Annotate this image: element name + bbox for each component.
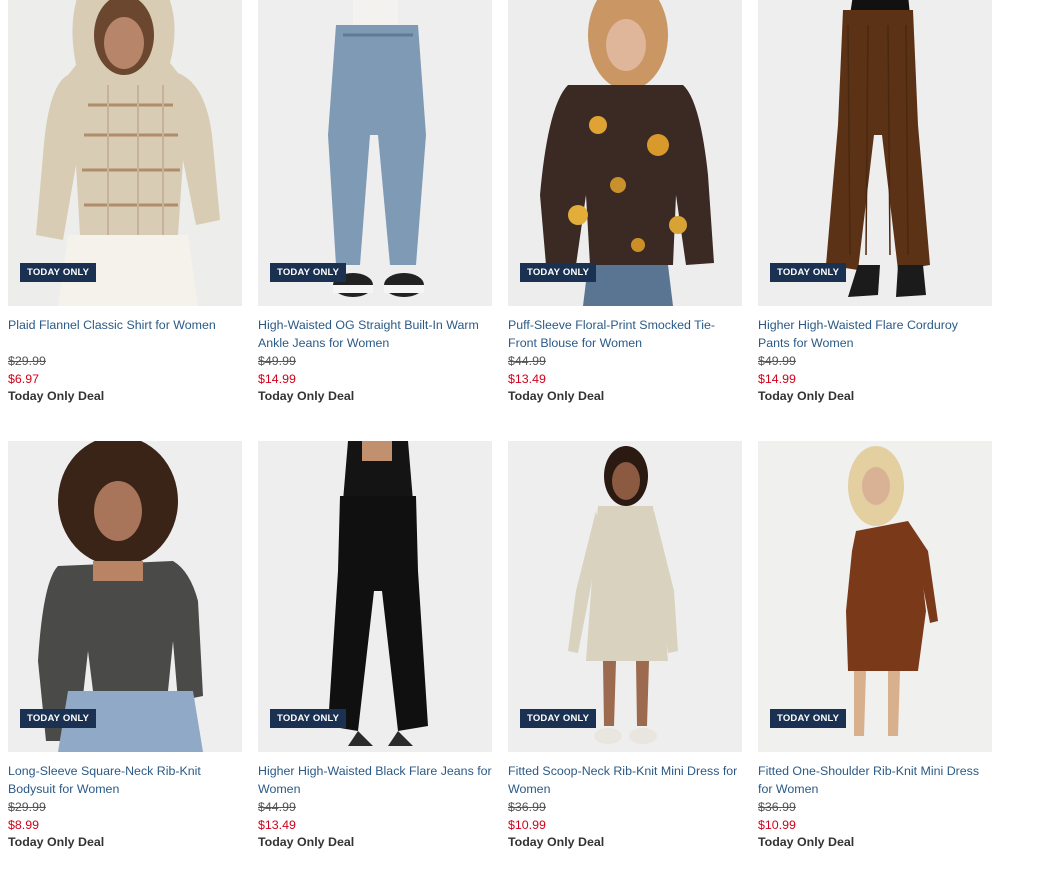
today-only-badge: TODAY ONLY: [20, 263, 97, 282]
product-image[interactable]: TODAY ONLY: [758, 0, 992, 306]
sale-price: $14.99: [258, 372, 296, 386]
product-image[interactable]: TODAY ONLY: [508, 0, 742, 306]
product-image[interactable]: TODAY ONLY: [258, 0, 492, 306]
product-grid-row-1: TODAY ONLY Plaid Flannel Classic Shirt f…: [8, 0, 992, 405]
product-card[interactable]: TODAY ONLY Higher High-Waisted Flare Cor…: [758, 0, 992, 405]
today-only-badge: TODAY ONLY: [520, 263, 597, 282]
product-image[interactable]: TODAY ONLY: [8, 441, 242, 752]
sale-price: $14.99: [758, 372, 796, 386]
deal-label: Today Only Deal: [8, 389, 105, 403]
original-price: $36.99: [758, 800, 796, 814]
product-image[interactable]: TODAY ONLY: [508, 441, 742, 752]
model-photo: [508, 0, 742, 306]
deal-label: Today Only Deal: [258, 389, 355, 403]
deal-label: Today Only Deal: [258, 835, 355, 849]
model-photo: [8, 0, 242, 306]
sale-price: $6.97: [8, 372, 40, 386]
product-card[interactable]: TODAY ONLY Long-Sleeve Square-Neck Rib-K…: [8, 441, 242, 851]
deal-label: Today Only Deal: [508, 389, 605, 403]
model-photo: [8, 441, 242, 752]
product-image[interactable]: TODAY ONLY: [258, 441, 492, 752]
today-only-badge: TODAY ONLY: [270, 709, 347, 728]
today-only-badge: TODAY ONLY: [20, 709, 97, 728]
original-price: $49.99: [258, 354, 296, 368]
original-price: $29.99: [8, 800, 46, 814]
sale-price: $13.49: [508, 372, 546, 386]
product-name-link[interactable]: Puff-Sleeve Floral-Print Smocked Tie-Fro…: [508, 316, 742, 352]
deal-label: Today Only Deal: [8, 835, 105, 849]
deal-label: Today Only Deal: [758, 835, 855, 849]
product-card[interactable]: TODAY ONLY Fitted One-Shoulder Rib-Knit …: [758, 441, 992, 851]
product-name-link[interactable]: Fitted Scoop-Neck Rib-Knit Mini Dress fo…: [508, 762, 742, 798]
product-name-link[interactable]: Fitted One-Shoulder Rib-Knit Mini Dress …: [758, 762, 992, 798]
original-price: $49.99: [758, 354, 796, 368]
original-price: $44.99: [258, 800, 296, 814]
original-price: $44.99: [508, 354, 546, 368]
model-photo: [758, 0, 992, 306]
product-card[interactable]: TODAY ONLY High-Waisted OG Straight Buil…: [258, 0, 492, 405]
today-only-badge: TODAY ONLY: [270, 263, 347, 282]
product-name-link[interactable]: Higher High-Waisted Black Flare Jeans fo…: [258, 762, 492, 798]
today-only-badge: TODAY ONLY: [520, 709, 597, 728]
original-price: $29.99: [8, 354, 46, 368]
model-photo: [258, 441, 492, 752]
product-name-link[interactable]: Plaid Flannel Classic Shirt for Women: [8, 316, 242, 352]
sale-price: $13.49: [258, 818, 296, 832]
sale-price: $8.99: [8, 818, 40, 832]
product-card[interactable]: TODAY ONLY Higher High-Waisted Black Fla…: [258, 441, 492, 851]
product-card[interactable]: TODAY ONLY Plaid Flannel Classic Shirt f…: [8, 0, 242, 405]
product-name-link[interactable]: Long-Sleeve Square-Neck Rib-Knit Bodysui…: [8, 762, 242, 798]
today-only-badge: TODAY ONLY: [770, 263, 847, 282]
today-only-badge: TODAY ONLY: [770, 709, 847, 728]
product-grid-row-2: TODAY ONLY Long-Sleeve Square-Neck Rib-K…: [8, 441, 992, 851]
sale-price: $10.99: [508, 818, 546, 832]
sale-price: $10.99: [758, 818, 796, 832]
product-card[interactable]: TODAY ONLY Fitted Scoop-Neck Rib-Knit Mi…: [508, 441, 742, 851]
original-price: $36.99: [508, 800, 546, 814]
product-image[interactable]: TODAY ONLY: [758, 441, 992, 752]
product-name-link[interactable]: Higher High-Waisted Flare Corduroy Pants…: [758, 316, 992, 352]
product-image[interactable]: TODAY ONLY: [8, 0, 242, 306]
product-name-link[interactable]: High-Waisted OG Straight Built-In Warm A…: [258, 316, 492, 352]
deal-label: Today Only Deal: [508, 835, 605, 849]
model-photo: [758, 441, 992, 752]
model-photo: [258, 0, 492, 306]
deal-label: Today Only Deal: [758, 389, 855, 403]
model-photo: [508, 441, 742, 752]
product-card[interactable]: TODAY ONLY Puff-Sleeve Floral-Print Smoc…: [508, 0, 742, 405]
